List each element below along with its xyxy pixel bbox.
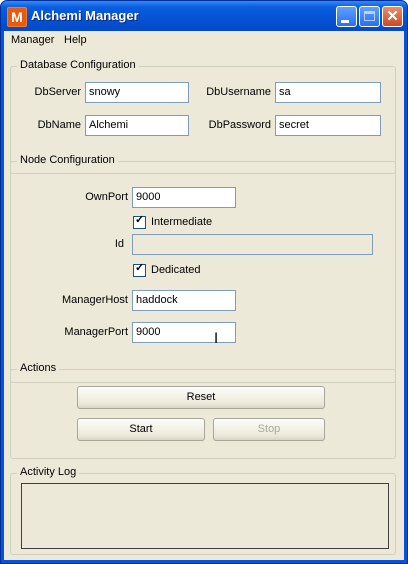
minimize-button[interactable]	[336, 6, 357, 27]
activity-log-legend: Activity Log	[17, 466, 80, 478]
managerport-label: ManagerPort	[64, 326, 128, 338]
dbusername-label: DbUsername	[206, 86, 271, 98]
stop-button[interactable]: Stop	[213, 418, 325, 441]
dbusername-input[interactable]: sa	[275, 82, 381, 103]
actions-group: Actions	[10, 362, 396, 459]
dedicated-label: Dedicated	[151, 264, 201, 276]
maximize-icon	[364, 11, 375, 21]
id-input[interactable]	[132, 234, 373, 255]
dedicated-checkbox[interactable]: ✓	[133, 262, 146, 277]
close-button[interactable]: ✕	[382, 6, 403, 27]
alchemi-logo-icon: M	[7, 7, 27, 27]
checkmark-icon: ✓	[135, 262, 145, 274]
actions-legend: Actions	[17, 362, 60, 374]
dbpassword-input[interactable]: secret	[275, 115, 381, 136]
client-area: Manager Help Database Configuration DbSe…	[4, 31, 404, 560]
checkmark-icon: ✓	[135, 214, 145, 226]
minimize-icon	[341, 20, 349, 23]
id-label: Id	[114, 238, 124, 250]
reset-button[interactable]: Reset	[77, 386, 325, 409]
dbserver-input[interactable]: snowy	[85, 82, 189, 103]
app-window: M Alchemi Manager ✕ Manager Help Databas…	[0, 0, 408, 564]
dbname-label: DbName	[37, 119, 81, 131]
dbserver-label: DbServer	[34, 86, 81, 98]
close-icon: ✕	[386, 8, 399, 25]
title-bar[interactable]: M Alchemi Manager ✕	[1, 1, 407, 31]
node-configuration-legend: Node Configuration	[17, 154, 118, 166]
ownport-label: OwnPort	[85, 191, 128, 203]
managerhost-label: ManagerHost	[61, 294, 128, 306]
menu-manager[interactable]: Manager	[11, 34, 54, 46]
managerport-input[interactable]: 9000	[132, 322, 236, 343]
activity-log-textbox[interactable]	[21, 483, 389, 549]
dbpassword-label: DbPassword	[208, 119, 271, 131]
text-cursor-icon: I	[214, 331, 219, 347]
start-button[interactable]: Start	[77, 418, 205, 441]
menu-help[interactable]: Help	[64, 34, 87, 46]
database-configuration-legend: Database Configuration	[17, 59, 139, 71]
dbname-input[interactable]: Alchemi	[85, 115, 189, 136]
menu-bar: Manager Help	[4, 31, 404, 50]
window-title: Alchemi Manager	[31, 8, 139, 23]
managerhost-input[interactable]: haddock	[132, 290, 236, 311]
maximize-button[interactable]	[359, 6, 380, 27]
intermediate-checkbox[interactable]: ✓	[133, 214, 146, 229]
ownport-input[interactable]: 9000	[132, 187, 236, 208]
intermediate-label[interactable]: Intermediate	[151, 216, 212, 228]
